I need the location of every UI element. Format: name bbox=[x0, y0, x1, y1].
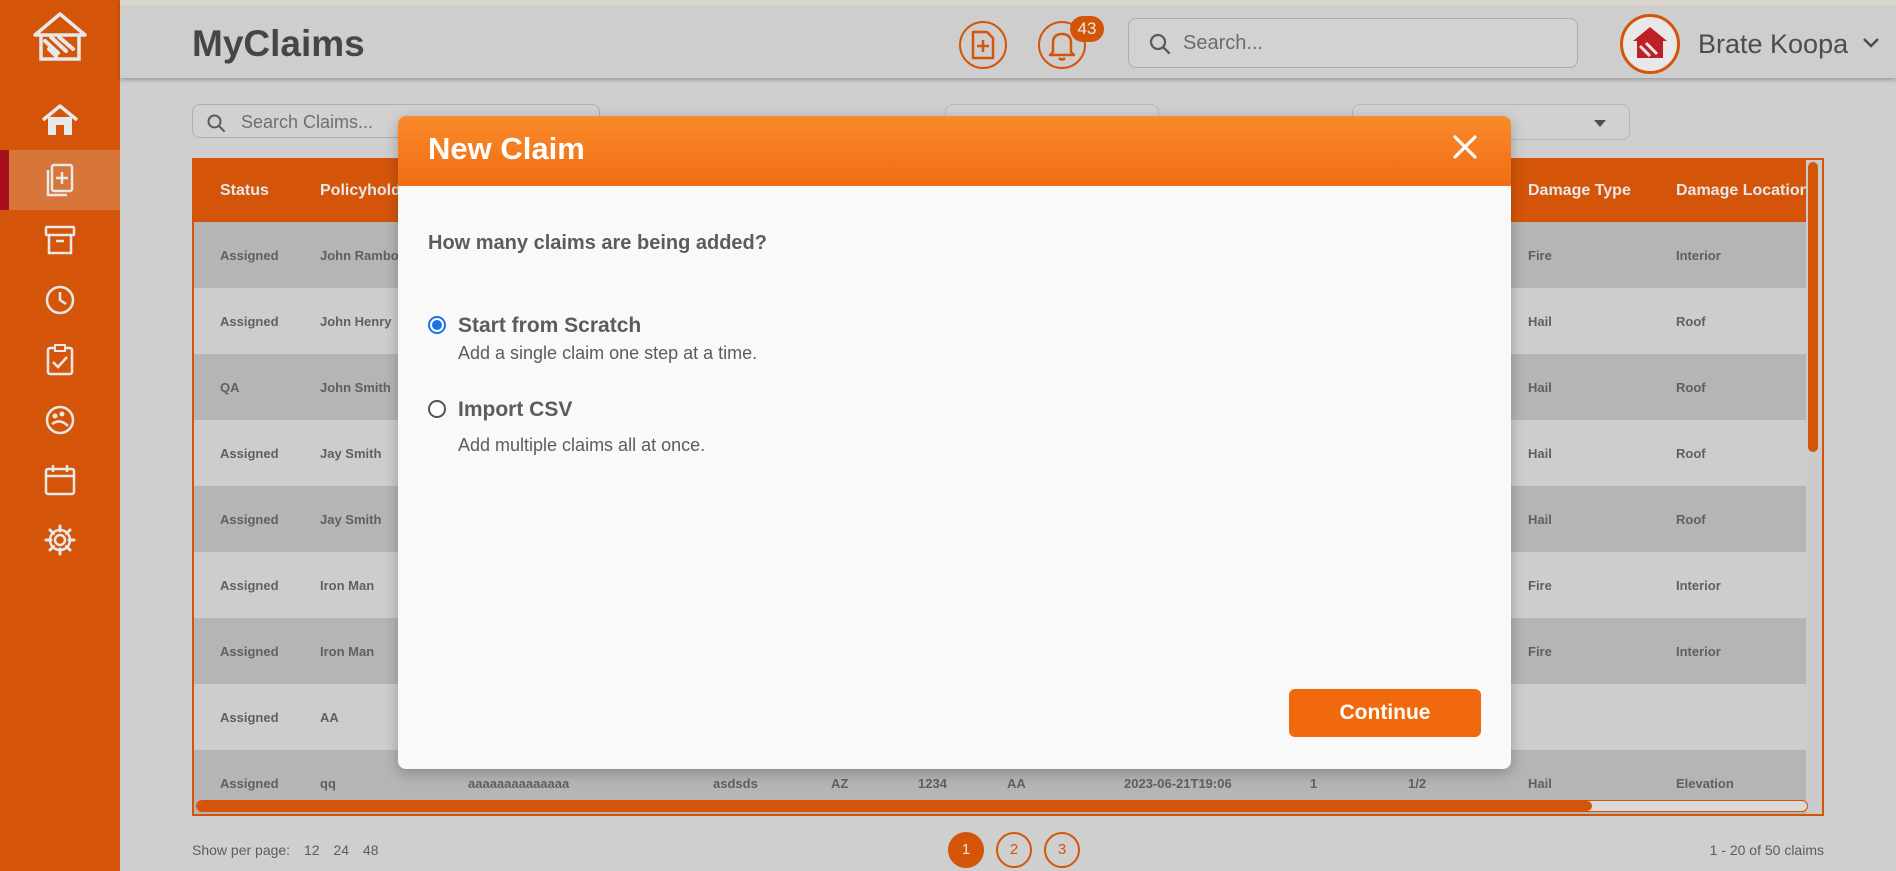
option-label-import-csv[interactable]: Import CSV bbox=[458, 398, 572, 422]
option-description: Add a single claim one step at a time. bbox=[458, 343, 758, 363]
dialog-title: New Claim bbox=[428, 131, 585, 166]
option-description: Add multiple claims all at once. bbox=[458, 435, 706, 455]
continue-button[interactable]: Continue bbox=[1289, 689, 1481, 737]
option-label-start-from-scratch[interactable]: Start from Scratch bbox=[458, 314, 641, 338]
new-claim-dialog: New Claim How many claims are being adde… bbox=[398, 116, 1511, 769]
radio-import-csv[interactable] bbox=[428, 400, 446, 418]
radio-start-from-scratch[interactable] bbox=[428, 316, 446, 334]
close-button[interactable] bbox=[1448, 130, 1482, 164]
dialog-header: New Claim bbox=[398, 116, 1511, 186]
dialog-question: How many claims are being added? bbox=[428, 232, 767, 254]
close-icon bbox=[1453, 135, 1477, 159]
